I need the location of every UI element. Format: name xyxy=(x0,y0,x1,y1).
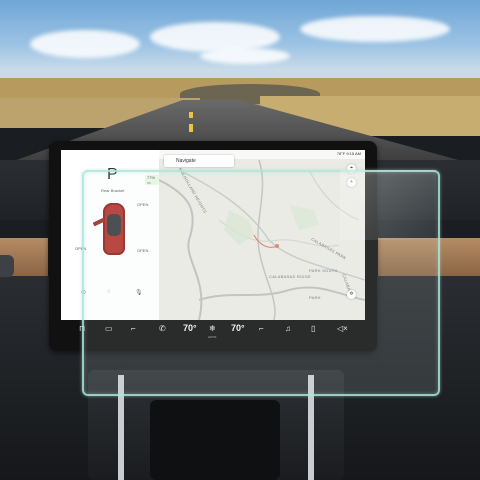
navigate-label: Navigate xyxy=(176,158,196,164)
cloud xyxy=(200,48,290,64)
air-vent xyxy=(0,255,14,277)
navigate-search[interactable]: Navigate xyxy=(164,155,234,167)
scene: P 77% ▭ Rear Bracket OPEN OPEN OPEN ⊙ ◌ … xyxy=(0,0,480,480)
cloud xyxy=(30,30,140,58)
lane-marking xyxy=(189,112,193,118)
lane-marking xyxy=(189,124,193,132)
glass-glare xyxy=(340,170,436,240)
cloud xyxy=(300,16,450,42)
console-slot xyxy=(150,400,280,480)
status-readout: 78°F 9:15 AM xyxy=(336,151,361,156)
